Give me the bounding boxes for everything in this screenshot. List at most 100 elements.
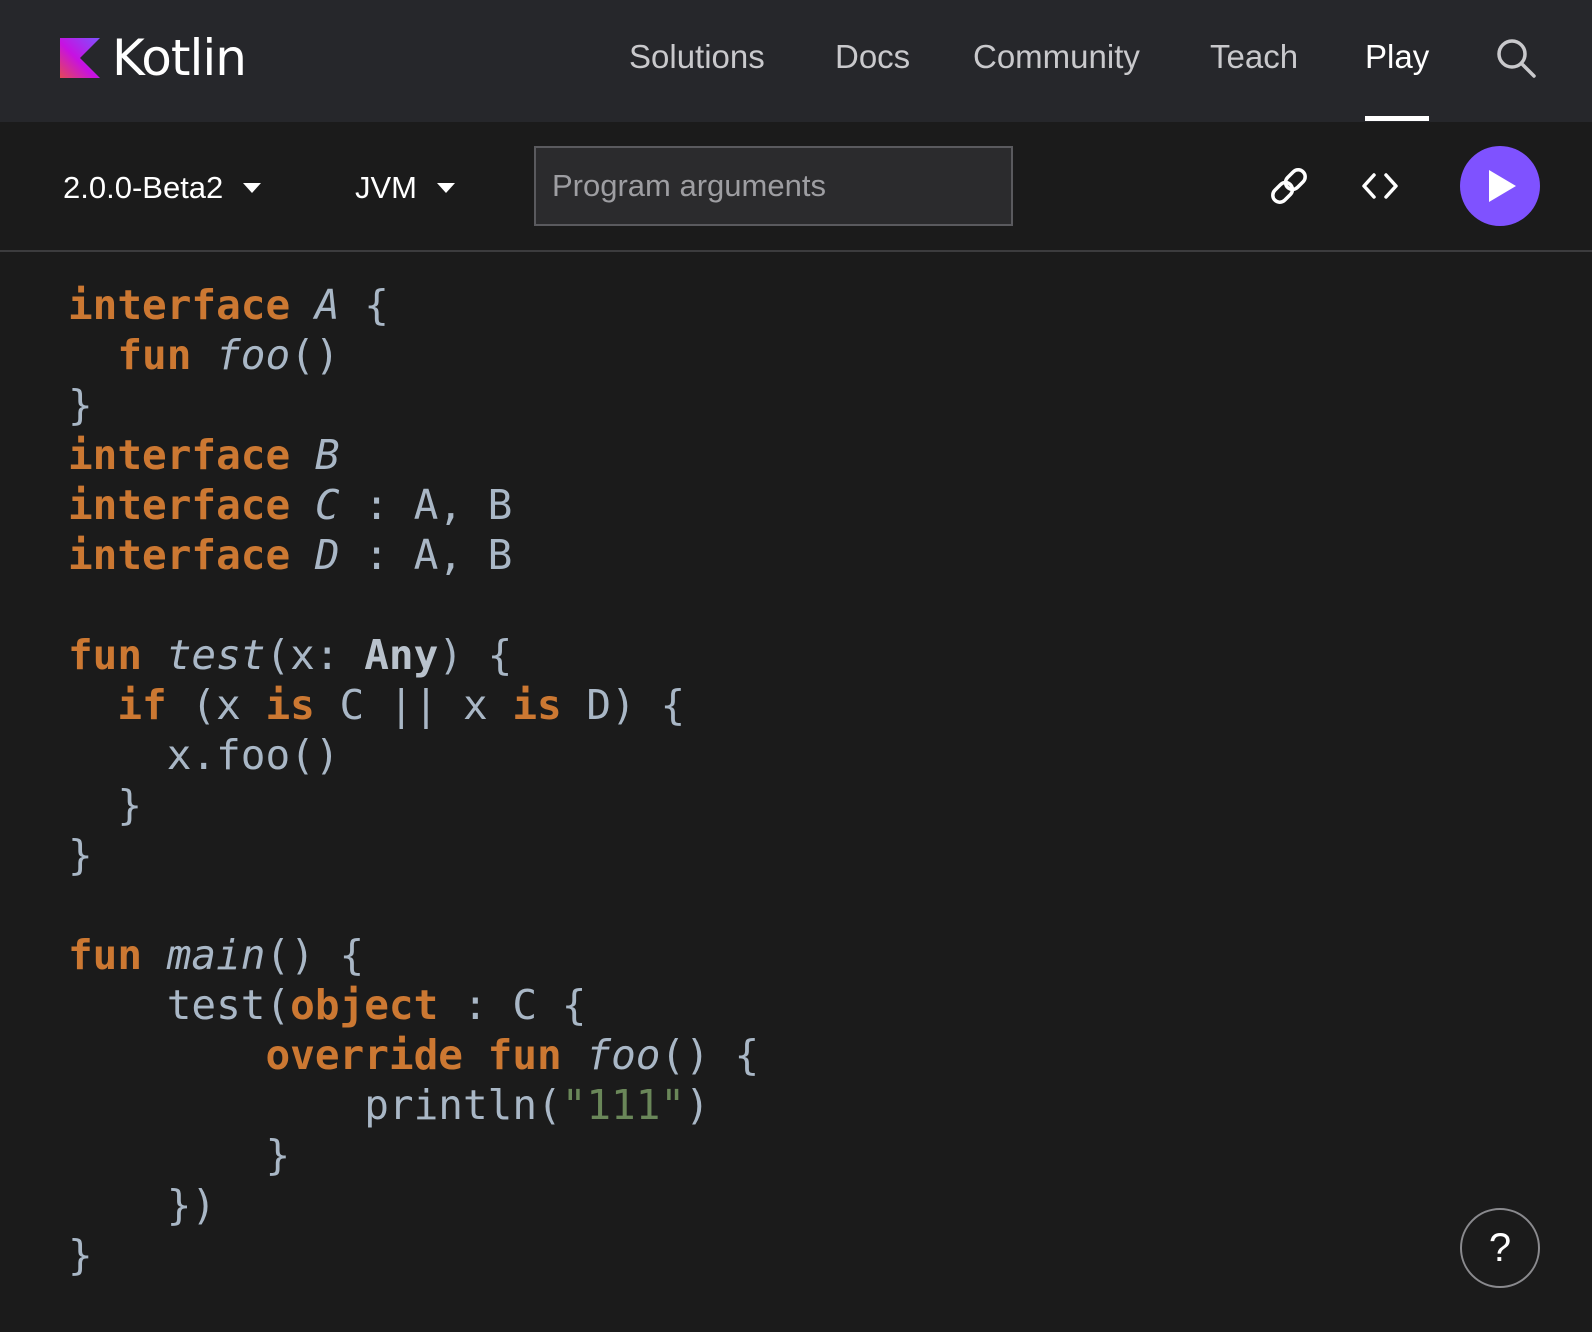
code-token: : C {	[438, 981, 587, 1029]
code-token: }	[68, 1231, 93, 1279]
run-button[interactable]	[1460, 146, 1540, 226]
code-embed-icon[interactable]	[1356, 162, 1404, 210]
code-token: interface	[68, 281, 291, 329]
help-button[interactable]: ?	[1460, 1208, 1540, 1288]
code-token: foo	[216, 331, 291, 379]
active-nav-indicator	[1365, 116, 1429, 121]
chevron-down-icon	[243, 183, 262, 193]
version-select-value: 2.0.0-Beta2	[63, 170, 224, 205]
code-line: interface A {	[68, 280, 759, 330]
playground-toolbar: 2.0.0-Beta2 JVM	[0, 122, 1592, 252]
code-token: test	[166, 631, 266, 679]
code-token: interface	[68, 531, 291, 579]
code-token: }	[68, 381, 93, 429]
top-navigation: Kotlin Solutions Docs Community Teach Pl…	[0, 0, 1592, 122]
code-token: Any	[364, 631, 439, 679]
play-icon	[1489, 170, 1516, 202]
code-content[interactable]: interface A { fun foo()} interface Binter…	[68, 280, 759, 1280]
code-token: interface	[68, 431, 291, 479]
code-token: D) {	[561, 681, 686, 729]
code-token: C	[314, 481, 340, 529]
code-line: test(object : C {	[68, 980, 759, 1030]
code-token: is	[512, 681, 562, 729]
code-token: test(	[68, 981, 291, 1029]
chevron-down-icon	[437, 183, 455, 193]
code-token: D	[314, 531, 340, 579]
code-token: B	[314, 431, 340, 479]
code-token: object	[290, 981, 439, 1029]
code-editor[interactable]: interface A { fun foo()} interface Binter…	[0, 254, 1592, 1332]
code-token: : A, B	[339, 531, 513, 579]
code-token: }	[68, 1131, 291, 1179]
nav-item-community[interactable]: Community	[973, 0, 1140, 122]
code-token: fun	[68, 931, 143, 979]
code-token: }	[68, 831, 93, 879]
code-token: () {	[265, 931, 365, 979]
search-icon[interactable]	[1494, 36, 1538, 80]
code-token: (x	[166, 681, 266, 729]
code-line: x.foo()	[68, 730, 759, 780]
code-token: () {	[660, 1031, 760, 1079]
code-token: main	[166, 931, 266, 979]
code-token: {	[339, 281, 389, 329]
platform-select[interactable]: JVM	[355, 168, 455, 208]
link-icon[interactable]	[1265, 162, 1313, 210]
code-token: : A, B	[339, 481, 513, 529]
code-line: interface D : A, B	[68, 530, 759, 580]
code-token: fun	[487, 1031, 562, 1079]
code-line: }	[68, 1230, 759, 1280]
code-token: }	[68, 781, 143, 829]
code-token: interface	[68, 481, 291, 529]
code-line: }	[68, 780, 759, 830]
platform-select-value: JVM	[355, 170, 417, 205]
code-token: ) {	[438, 631, 513, 679]
code-token: )	[685, 1081, 710, 1129]
code-token: C || x	[314, 681, 513, 729]
code-line: fun test(x: Any) {	[68, 630, 759, 680]
code-token: x.foo()	[68, 731, 340, 779]
kotlin-logo-icon	[60, 38, 100, 78]
code-line: if (x is C || x is D) {	[68, 680, 759, 730]
code-line: fun main() {	[68, 930, 759, 980]
version-select[interactable]: 2.0.0-Beta2	[63, 168, 262, 208]
code-line: interface B	[68, 430, 759, 480]
code-token: A	[314, 281, 340, 329]
code-token: foo	[586, 1031, 661, 1079]
code-token: fun	[117, 331, 192, 379]
kotlin-logo-link[interactable]: Kotlin	[60, 29, 247, 87]
program-arguments-input[interactable]	[534, 146, 1013, 226]
nav-item-docs[interactable]: Docs	[835, 0, 910, 122]
code-line: })	[68, 1180, 759, 1230]
code-line: fun foo()	[68, 330, 759, 380]
code-token: if	[117, 681, 167, 729]
code-line: }	[68, 1130, 759, 1180]
code-token: (x:	[265, 631, 365, 679]
code-line: interface C : A, B	[68, 480, 759, 530]
code-line: }	[68, 380, 759, 430]
code-token: println(	[68, 1081, 562, 1129]
nav-item-solutions[interactable]: Solutions	[629, 0, 765, 122]
nav-item-teach[interactable]: Teach	[1210, 0, 1298, 122]
code-line: }	[68, 830, 759, 880]
code-token: override	[265, 1031, 463, 1079]
code-token: ()	[290, 331, 340, 379]
code-line: println("111")	[68, 1080, 759, 1130]
logo-text: Kotlin	[112, 29, 247, 87]
code-line: override fun foo() {	[68, 1030, 759, 1080]
nav-item-play[interactable]: Play	[1365, 0, 1429, 122]
code-token: is	[265, 681, 315, 729]
code-token: })	[68, 1181, 217, 1229]
